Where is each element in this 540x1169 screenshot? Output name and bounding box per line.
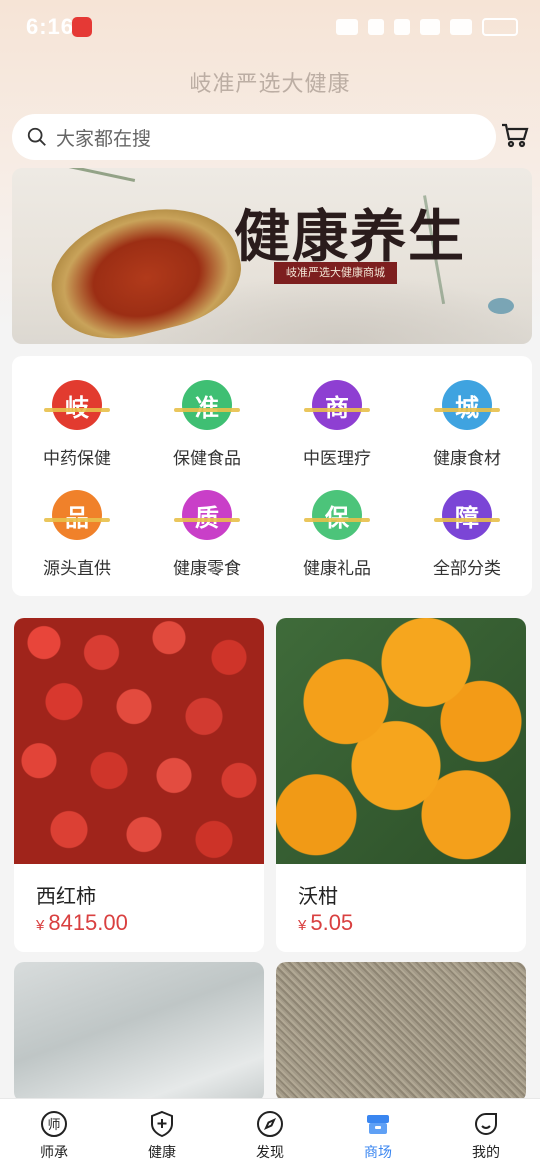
- vibrate-icon: [368, 19, 384, 35]
- category-label: 中医理疗: [303, 449, 371, 468]
- category-badge-icon: 障: [434, 490, 500, 540]
- product-price: ¥8415.00: [36, 910, 128, 936]
- category-badge-icon: 质: [174, 490, 240, 540]
- eye-comfort-icon: [336, 19, 358, 35]
- tab-store[interactable]: 商场: [324, 1099, 432, 1169]
- category-label: 中药保健: [43, 449, 111, 468]
- shopping-cart-icon[interactable]: [500, 120, 530, 150]
- tab-label: 我的: [472, 1144, 500, 1160]
- product-name: 沃柑: [298, 886, 338, 908]
- search-icon: [27, 127, 46, 146]
- category-badge-icon: 品: [44, 490, 110, 540]
- price-value: 5.05: [310, 910, 354, 935]
- currency-symbol: ¥: [298, 917, 307, 934]
- mentor-icon: 师: [41, 1111, 67, 1137]
- wifi-icon: [420, 19, 440, 35]
- banner-subtitle: 岐准严选大健康商城: [274, 262, 397, 284]
- bottom-tab-bar: 师 师承 健康 发现 商场 我的: [0, 1098, 540, 1169]
- category-item[interactable]: 品源头直供: [12, 490, 142, 600]
- category-item[interactable]: 商中医理疗: [272, 380, 402, 490]
- search-placeholder: 大家都在搜: [56, 128, 152, 150]
- category-label: 全部分类: [433, 559, 501, 578]
- category-label: 保健食品: [173, 449, 241, 468]
- page-title: 岐准严选大健康: [189, 71, 351, 96]
- category-badge-icon: 城: [434, 380, 500, 430]
- status-bar: 6:16: [0, 0, 540, 54]
- category-label: 健康食材: [433, 449, 501, 468]
- battery-icon: [482, 18, 518, 36]
- category-badge-icon: 岐: [44, 380, 110, 430]
- tab-discover[interactable]: 发现: [216, 1099, 324, 1169]
- category-grid: 岐中药保健 准保健食品 商中医理疗 城健康食材 品源头直供 质健康零食 保健康礼…: [12, 356, 532, 596]
- tab-label: 健康: [148, 1144, 176, 1160]
- category-badge-icon: 商: [304, 380, 370, 430]
- search-input[interactable]: 大家都在搜: [12, 114, 496, 160]
- category-item[interactable]: 保健康礼品: [272, 490, 402, 600]
- tab-health[interactable]: 健康: [108, 1099, 216, 1169]
- category-badge-icon: 保: [304, 490, 370, 540]
- price-value: 8415.00: [48, 910, 128, 935]
- svg-text:师: 师: [47, 1118, 60, 1133]
- notification-app-icon: [72, 17, 92, 37]
- product-card[interactable]: [14, 962, 264, 1102]
- tab-mentor[interactable]: 师 师承: [0, 1099, 108, 1169]
- category-label: 健康零食: [173, 559, 241, 578]
- category-item[interactable]: 质健康零食: [142, 490, 272, 600]
- banner-title: 健康养生: [234, 204, 466, 270]
- status-time: 6:16: [26, 14, 75, 39]
- category-panel: 岐中药保健 准保健食品 商中医理疗 城健康食材 品源头直供 质健康零食 保健康礼…: [12, 356, 532, 596]
- category-label: 健康礼品: [303, 559, 371, 578]
- tab-me[interactable]: 我的: [432, 1099, 540, 1169]
- compass-icon: [257, 1111, 283, 1137]
- product-card[interactable]: 沃柑 ¥5.05: [276, 618, 526, 952]
- product-price: ¥5.05: [298, 910, 353, 936]
- category-badge-icon: 准: [174, 380, 240, 430]
- tab-label: 发现: [256, 1144, 284, 1160]
- category-item[interactable]: 准保健食品: [142, 380, 272, 490]
- nfc-icon: [394, 19, 410, 35]
- tab-label: 商场: [364, 1144, 392, 1160]
- smile-face-icon: [474, 1113, 497, 1135]
- promo-banner[interactable]: 健康养生 岐准严选大健康商城: [12, 168, 532, 344]
- tab-label: 师承: [40, 1144, 68, 1160]
- product-image-tomatoes: [14, 618, 264, 864]
- product-image-oranges: [276, 618, 526, 864]
- category-item[interactable]: 岐中药保健: [12, 380, 142, 490]
- status-icons: [336, 18, 518, 36]
- product-image-fish: [14, 962, 264, 1102]
- shield-plus-icon: [151, 1110, 173, 1138]
- banner-bird: [488, 298, 514, 314]
- signal-icon: [450, 19, 472, 35]
- currency-symbol: ¥: [36, 917, 45, 934]
- product-card[interactable]: 西红柿 ¥8415.00: [14, 618, 264, 952]
- category-item[interactable]: 城健康食材: [402, 380, 532, 490]
- store-icon: [367, 1115, 389, 1134]
- category-label: 源头直供: [43, 559, 111, 578]
- product-name: 西红柿: [36, 886, 96, 908]
- product-image-grain: [276, 962, 526, 1102]
- product-card[interactable]: [276, 962, 526, 1102]
- category-item[interactable]: 障全部分类: [402, 490, 532, 600]
